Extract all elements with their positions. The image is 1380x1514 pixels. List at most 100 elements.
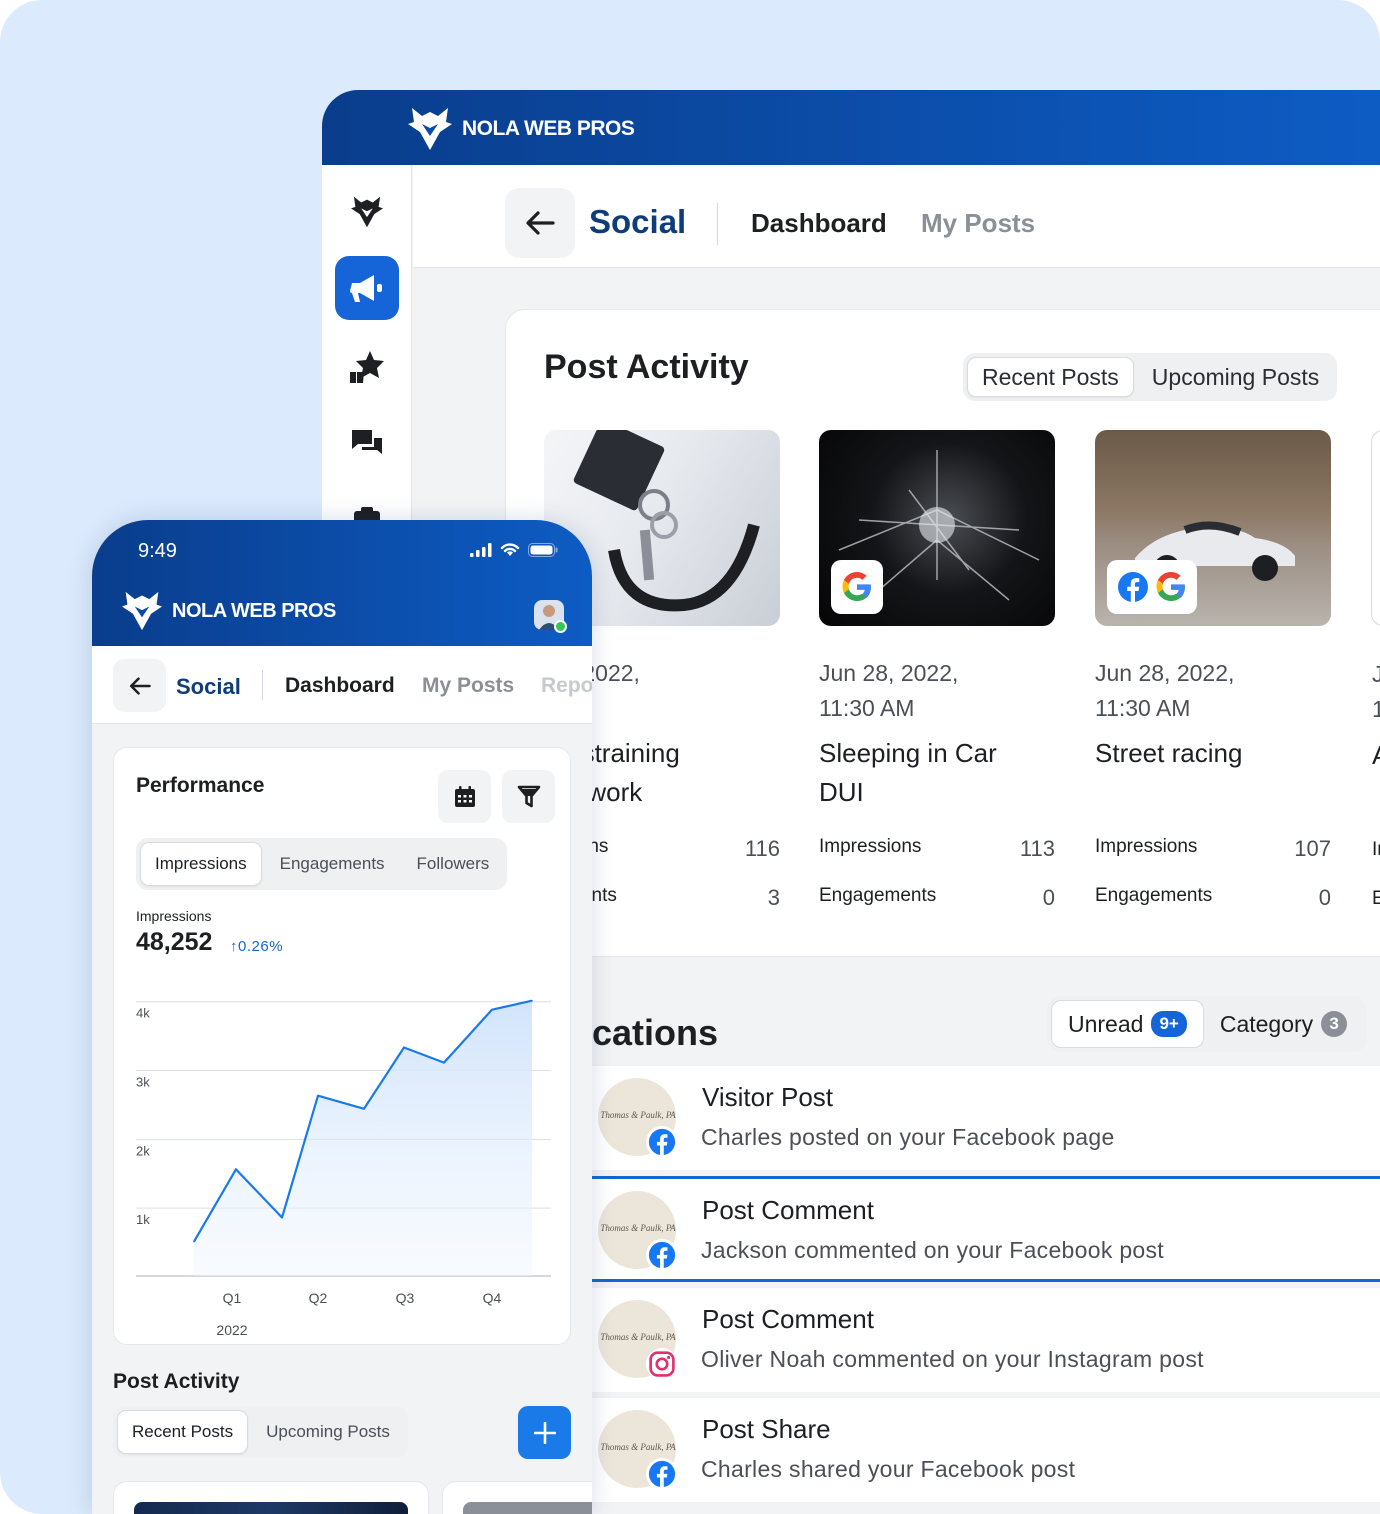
post-card[interactable]: Jun 28, 2022, 11:30 AM Sleeping in Car DUI… [819,430,1055,922]
stat-value: 113 [1019,836,1055,861]
toggle-upcoming-posts[interactable]: Upcoming Posts [1138,357,1333,397]
user-avatar[interactable] [534,600,567,633]
brand-name: NOLA WEB PROS [172,599,336,622]
online-indicator [554,620,567,633]
notification-item[interactable]: Thomas & Paulk, PA Post Comment Jackson … [582,1176,1380,1282]
tab-my-posts[interactable]: My Posts [921,208,1035,239]
stat-value: 0 [1042,885,1055,910]
arrow-left-icon [129,676,151,695]
notification-title: Post Share [702,1414,831,1444]
battery-icon [528,542,558,557]
data-point [193,1240,195,1243]
sidebar-item-messages[interactable] [335,412,399,476]
sidebar-item-reviews[interactable] [335,335,399,399]
stat-value: 0 [1318,885,1331,910]
sidebar-logo[interactable] [335,180,399,244]
phone-header: 9:49 NOLA WEB PROS [92,520,592,646]
notification-item[interactable]: Thomas & Paulk, PA Post Comment Oliver N… [582,1288,1380,1392]
notification-desc: Jackson commented on your Facebook post [701,1237,1164,1263]
phone-nav: Social Dashboard My Posts Repo [92,646,592,724]
metric-value: 48,252 [136,928,213,956]
notification-title: Visitor Post [702,1082,834,1112]
post-activity-card: Post Activity Recent Posts Upcoming Post… [505,309,1380,957]
chat-bubbles-icon [352,430,382,454]
page-title: Social [589,203,687,240]
post-title: Street racing [1095,738,1243,768]
notification-desc: Oliver Noah commented on your Instagram … [701,1346,1204,1372]
data-point [281,1216,283,1219]
wifi-icon [500,543,520,556]
filter-button[interactable] [502,770,555,823]
y-tick-label: 4k [136,1006,150,1021]
signal-icon [470,542,492,557]
post-time: 11:30 AM [1095,695,1191,721]
data-point [403,1046,405,1049]
tab-reports[interactable]: Repo [541,674,592,698]
phone-frame: 9:49 NOLA WEB PROS Social Dashboard My P… [92,520,592,1514]
tab-followers[interactable]: Followers [403,842,504,886]
notification-title: Post Comment [702,1304,874,1334]
add-post-button[interactable] [518,1406,571,1459]
back-button[interactable] [113,659,166,712]
post-image-partial [1371,430,1380,626]
unread-count-badge: 9+ [1151,1011,1187,1037]
brand-logo: NOLA WEB PROS [408,106,635,152]
tab-engagements[interactable]: Engagements [266,842,399,886]
brand-name: NOLA WEB PROS [462,117,635,140]
google-icon [842,572,871,601]
toggle-recent-posts[interactable]: Recent Posts [967,357,1134,397]
toggle-upcoming-posts[interactable]: Upcoming Posts [252,1410,404,1454]
post-card[interactable] [113,1481,429,1514]
avatar: Thomas & Paulk, PA [598,1191,678,1271]
avatar: Thomas & Paulk, PA [598,1300,678,1380]
brand-logo: NOLA WEB PROS [122,590,336,632]
post-image [134,1502,408,1514]
back-button[interactable] [505,188,575,258]
post-date: Jun 28, 2022, [1095,660,1235,686]
arrow-left-icon [526,211,555,235]
toggle-recent-posts[interactable]: Recent Posts [117,1410,249,1454]
post-date: Jun 28, 2022, [819,660,959,686]
stat-label-partial: E [1372,888,1380,909]
megaphone-icon [350,275,382,302]
notifications-title: ications [582,1012,719,1053]
x-tick-label: Q4 [483,1290,502,1306]
calendar-icon [454,785,475,807]
data-point [363,1107,365,1110]
avatar: Thomas & Paulk, PA [598,1078,678,1158]
tab-dashboard[interactable]: Dashboard [751,208,887,239]
stat-label: Engagements [819,885,937,906]
plus-icon [533,1421,556,1444]
sidebar-item-social[interactable] [335,256,399,320]
filter-category[interactable]: Category 3 [1204,1000,1363,1048]
x-axis-label: 2022 [216,1322,247,1338]
tab-dashboard[interactable]: Dashboard [285,674,395,698]
notifications-filter: Unread 9+ Category 3 [1047,996,1368,1052]
status-time: 9:49 [138,540,177,562]
tab-impressions[interactable]: Impressions [140,842,262,886]
post-title: Sleeping in Car [819,738,997,768]
post-title-partial: A [1372,736,1380,775]
notification-item[interactable]: Thomas & Paulk, PA Visitor Post Charles … [582,1066,1380,1170]
facebook-icon [646,1458,678,1490]
post-time: 11:30 AM [819,695,915,721]
calendar-button[interactable] [438,770,491,823]
post-image [463,1502,592,1514]
impressions-chart: 4k 3k 2k 1k Q1 Q2 Q3 Q4 2022 [136,999,551,1338]
tab-my-posts[interactable]: My Posts [422,674,514,698]
post-card[interactable] [442,1481,592,1514]
facebook-icon [646,1126,678,1158]
page-title: Social [176,674,241,699]
notification-item[interactable]: Thomas & Paulk, PA Post Share Charles sh… [582,1398,1380,1502]
arrow-up-icon: ↑ [230,938,238,955]
facebook-icon [646,1239,678,1271]
post-activity-title: Post Activity [544,348,749,386]
data-point [443,1061,445,1064]
post-card[interactable]: Jun 28, 2022, 11:30 AM Street racing Impr… [1095,430,1331,922]
platform-badge [1107,560,1197,614]
avatar: Thomas & Paulk, PA [598,1410,678,1490]
data-point [317,1094,319,1097]
metric-label: Impressions [136,908,212,924]
y-tick-label: 2k [136,1143,150,1158]
filter-unread[interactable]: Unread 9+ [1051,1000,1204,1048]
